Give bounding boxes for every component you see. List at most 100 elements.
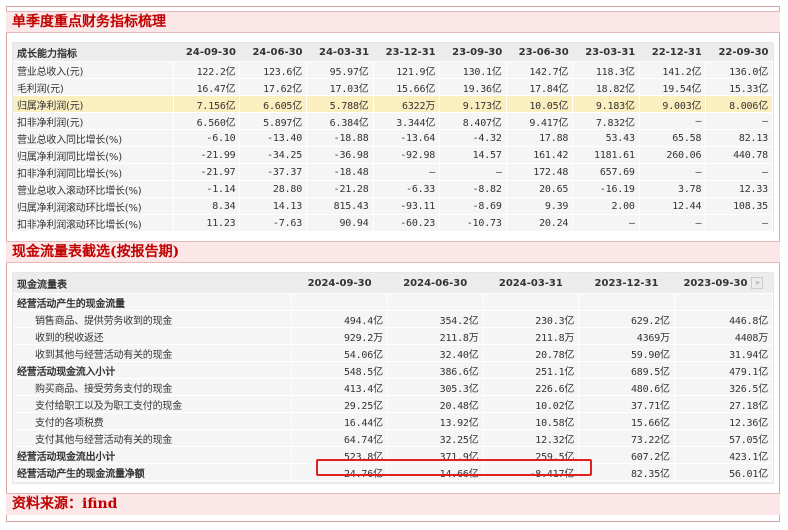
cell-value: 20.48亿 bbox=[387, 395, 484, 413]
cell-value: -7.63 bbox=[239, 214, 308, 232]
cell-value: — bbox=[439, 163, 507, 181]
cell-value: 19.54亿 bbox=[639, 78, 707, 96]
cell-value: -6.10 bbox=[173, 129, 241, 147]
header-period: 2024-03-31 bbox=[483, 273, 579, 294]
table-row: 支付给职工以及为职工支付的现金 29.25亿 20.48亿 10.02亿 37.71亿 2… bbox=[13, 395, 774, 413]
cell-value: 211.8万 bbox=[483, 327, 580, 345]
cell-value: 9.39 bbox=[506, 197, 574, 215]
cell-value: 122.2亿 bbox=[173, 61, 241, 79]
cell-value: 8.006亿 bbox=[705, 95, 773, 113]
cell-value: 95.97亿 bbox=[306, 61, 374, 79]
table-row: 营业总收入同比增长(%) -6.10 -13.40 -18.88 -13.64 -4.32… bbox=[13, 129, 773, 147]
cell-value: -92.98 bbox=[373, 146, 441, 164]
cell-value: 5.788亿 bbox=[306, 95, 374, 113]
row-label: 支付其他与经营活动有关的现金 bbox=[13, 429, 293, 447]
header-period: 23-12-31 bbox=[373, 43, 440, 62]
cell-value: 108.35 bbox=[705, 197, 773, 215]
cell-value: 172.48 bbox=[506, 163, 574, 181]
cell-value: -21.97 bbox=[173, 163, 241, 181]
cell-value: 12.32亿 bbox=[483, 429, 580, 447]
row-label: 销售商品、提供劳务收到的现金 bbox=[13, 310, 293, 328]
cell-value: 689.5亿 bbox=[578, 361, 675, 379]
cell-value: 14.57 bbox=[439, 146, 507, 164]
table-row: 销售商品、提供劳务收到的现金 494.4亿 354.2亿 230.3亿 629.2亿 44… bbox=[13, 310, 774, 328]
cell-value: 161.42 bbox=[506, 146, 574, 164]
cell-value: -8.69 bbox=[439, 197, 507, 215]
header-period: 24-03-31 bbox=[306, 43, 374, 62]
cell-value: 8.34 bbox=[173, 197, 241, 215]
cell-value: 17.62亿 bbox=[239, 78, 308, 96]
row-label: 扣非净利润同比增长(%) bbox=[13, 163, 174, 181]
row-label: 收到其他与经营活动有关的现金 bbox=[13, 344, 293, 362]
cell-value: 130.1亿 bbox=[439, 61, 507, 79]
header-period: 23-06-30 bbox=[506, 43, 573, 62]
header-period: 23-03-31 bbox=[572, 43, 640, 62]
cell-value: 2.00 bbox=[572, 197, 640, 215]
table-row: 归属净利润(元) 7.156亿 6.605亿 5.788亿 6322万 9.173亿 10.… bbox=[13, 95, 773, 113]
cashflow-table: 现金流量表 2024-09-30 2024-06-30 2024-03-31 2023-… bbox=[13, 273, 774, 481]
cell-value: 11.23 bbox=[173, 214, 241, 232]
cell-value: 20.65 bbox=[506, 180, 574, 198]
cell-value: 54.06亿 bbox=[291, 344, 388, 362]
cell-value: 305.3亿 bbox=[387, 378, 484, 396]
header-period: 2024-09-30 bbox=[291, 273, 388, 294]
cell-value: 1181.61 bbox=[572, 146, 640, 164]
table-row: 经营活动产生的现金流量净额 24.76亿 14.66亿 -8.417亿 82.35亿 56… bbox=[13, 463, 774, 481]
cell-value: -18.88 bbox=[306, 129, 374, 147]
cell-value: 53.43 bbox=[572, 129, 640, 147]
table-row: 归属净利润同比增长(%) -21.99 -34.25 -36.98 -92.98 14.5… bbox=[13, 146, 773, 164]
cell-value: 37.71亿 bbox=[578, 395, 675, 413]
row-label: 扣非净利润滚动环比增长(%) bbox=[13, 214, 174, 232]
row-label: 收到的税收返还 bbox=[13, 327, 293, 345]
cell-value: 423.1亿 bbox=[674, 446, 774, 464]
expand-more-icon[interactable]: » bbox=[751, 277, 764, 289]
cell-value: 65.58 bbox=[639, 129, 707, 147]
cell-value: 479.1亿 bbox=[674, 361, 774, 379]
cell-value: 123.6亿 bbox=[239, 61, 308, 79]
cell-value: 629.2亿 bbox=[578, 310, 675, 328]
row-label: 营业总收入(元) bbox=[13, 61, 174, 79]
cell-value: 354.2亿 bbox=[387, 310, 484, 328]
cell-value: 494.4亿 bbox=[291, 310, 388, 328]
cell-value bbox=[291, 293, 388, 311]
table-row: 收到其他与经营活动有关的现金 54.06亿 32.40亿 20.78亿 59.90亿 31… bbox=[13, 344, 774, 362]
row-label: 归属净利润同比增长(%) bbox=[13, 146, 174, 164]
cell-value: 251.1亿 bbox=[483, 361, 580, 379]
row-label: 经营活动产生的现金流量净额 bbox=[13, 463, 293, 481]
row-label: 归属净利润(元) bbox=[13, 95, 174, 113]
cell-value: 386.6亿 bbox=[387, 361, 484, 379]
cell-value: — bbox=[705, 214, 773, 232]
table-row: 扣非净利润(元) 6.560亿 5.897亿 6.384亿 3.344亿 8.407亿 9.… bbox=[13, 112, 773, 130]
cell-value: — bbox=[639, 112, 707, 130]
cell-value: 28.80 bbox=[239, 180, 308, 198]
cell-value: 523.8亿 bbox=[291, 446, 388, 464]
row-label: 支付给职工以及为职工支付的现金 bbox=[13, 395, 293, 413]
cell-value: 16.44亿 bbox=[291, 412, 388, 430]
cell-value bbox=[578, 293, 675, 311]
table-row: 营业总收入滚动环比增长(%) -1.14 28.80 -21.28 -6.33 -8.82… bbox=[13, 180, 773, 198]
cell-value: — bbox=[373, 163, 441, 181]
cell-value: -4.32 bbox=[439, 129, 507, 147]
cell-value: 480.6亿 bbox=[578, 378, 675, 396]
cell-value: -10.73 bbox=[439, 214, 507, 232]
table-row: 经营活动产生的现金流量 bbox=[13, 293, 774, 311]
cell-value: — bbox=[639, 214, 707, 232]
cell-value: 13.92亿 bbox=[387, 412, 484, 430]
cell-value: 17.03亿 bbox=[306, 78, 374, 96]
header-period: 2024-06-30 bbox=[387, 273, 484, 294]
cell-value: 929.2万 bbox=[291, 327, 388, 345]
row-label: 购买商品、接受劳务支付的现金 bbox=[13, 378, 293, 396]
cell-value: 141.2亿 bbox=[639, 61, 707, 79]
cell-value: 3.344亿 bbox=[373, 112, 441, 130]
cell-value: 121.9亿 bbox=[373, 61, 441, 79]
cell-value: 6.605亿 bbox=[239, 95, 308, 113]
cell-value: 15.66亿 bbox=[578, 412, 675, 430]
header-statement: 现金流量表 bbox=[13, 273, 292, 294]
cell-value bbox=[387, 293, 484, 311]
cell-value: — bbox=[705, 112, 773, 130]
cell-value: 19.36亿 bbox=[439, 78, 507, 96]
cell-value: 607.2亿 bbox=[578, 446, 675, 464]
cell-value: -16.19 bbox=[572, 180, 640, 198]
table-row: 营业总收入(元) 122.2亿 123.6亿 95.97亿 121.9亿 130.1亿 14… bbox=[13, 61, 773, 79]
cell-value: 16.47亿 bbox=[173, 78, 241, 96]
